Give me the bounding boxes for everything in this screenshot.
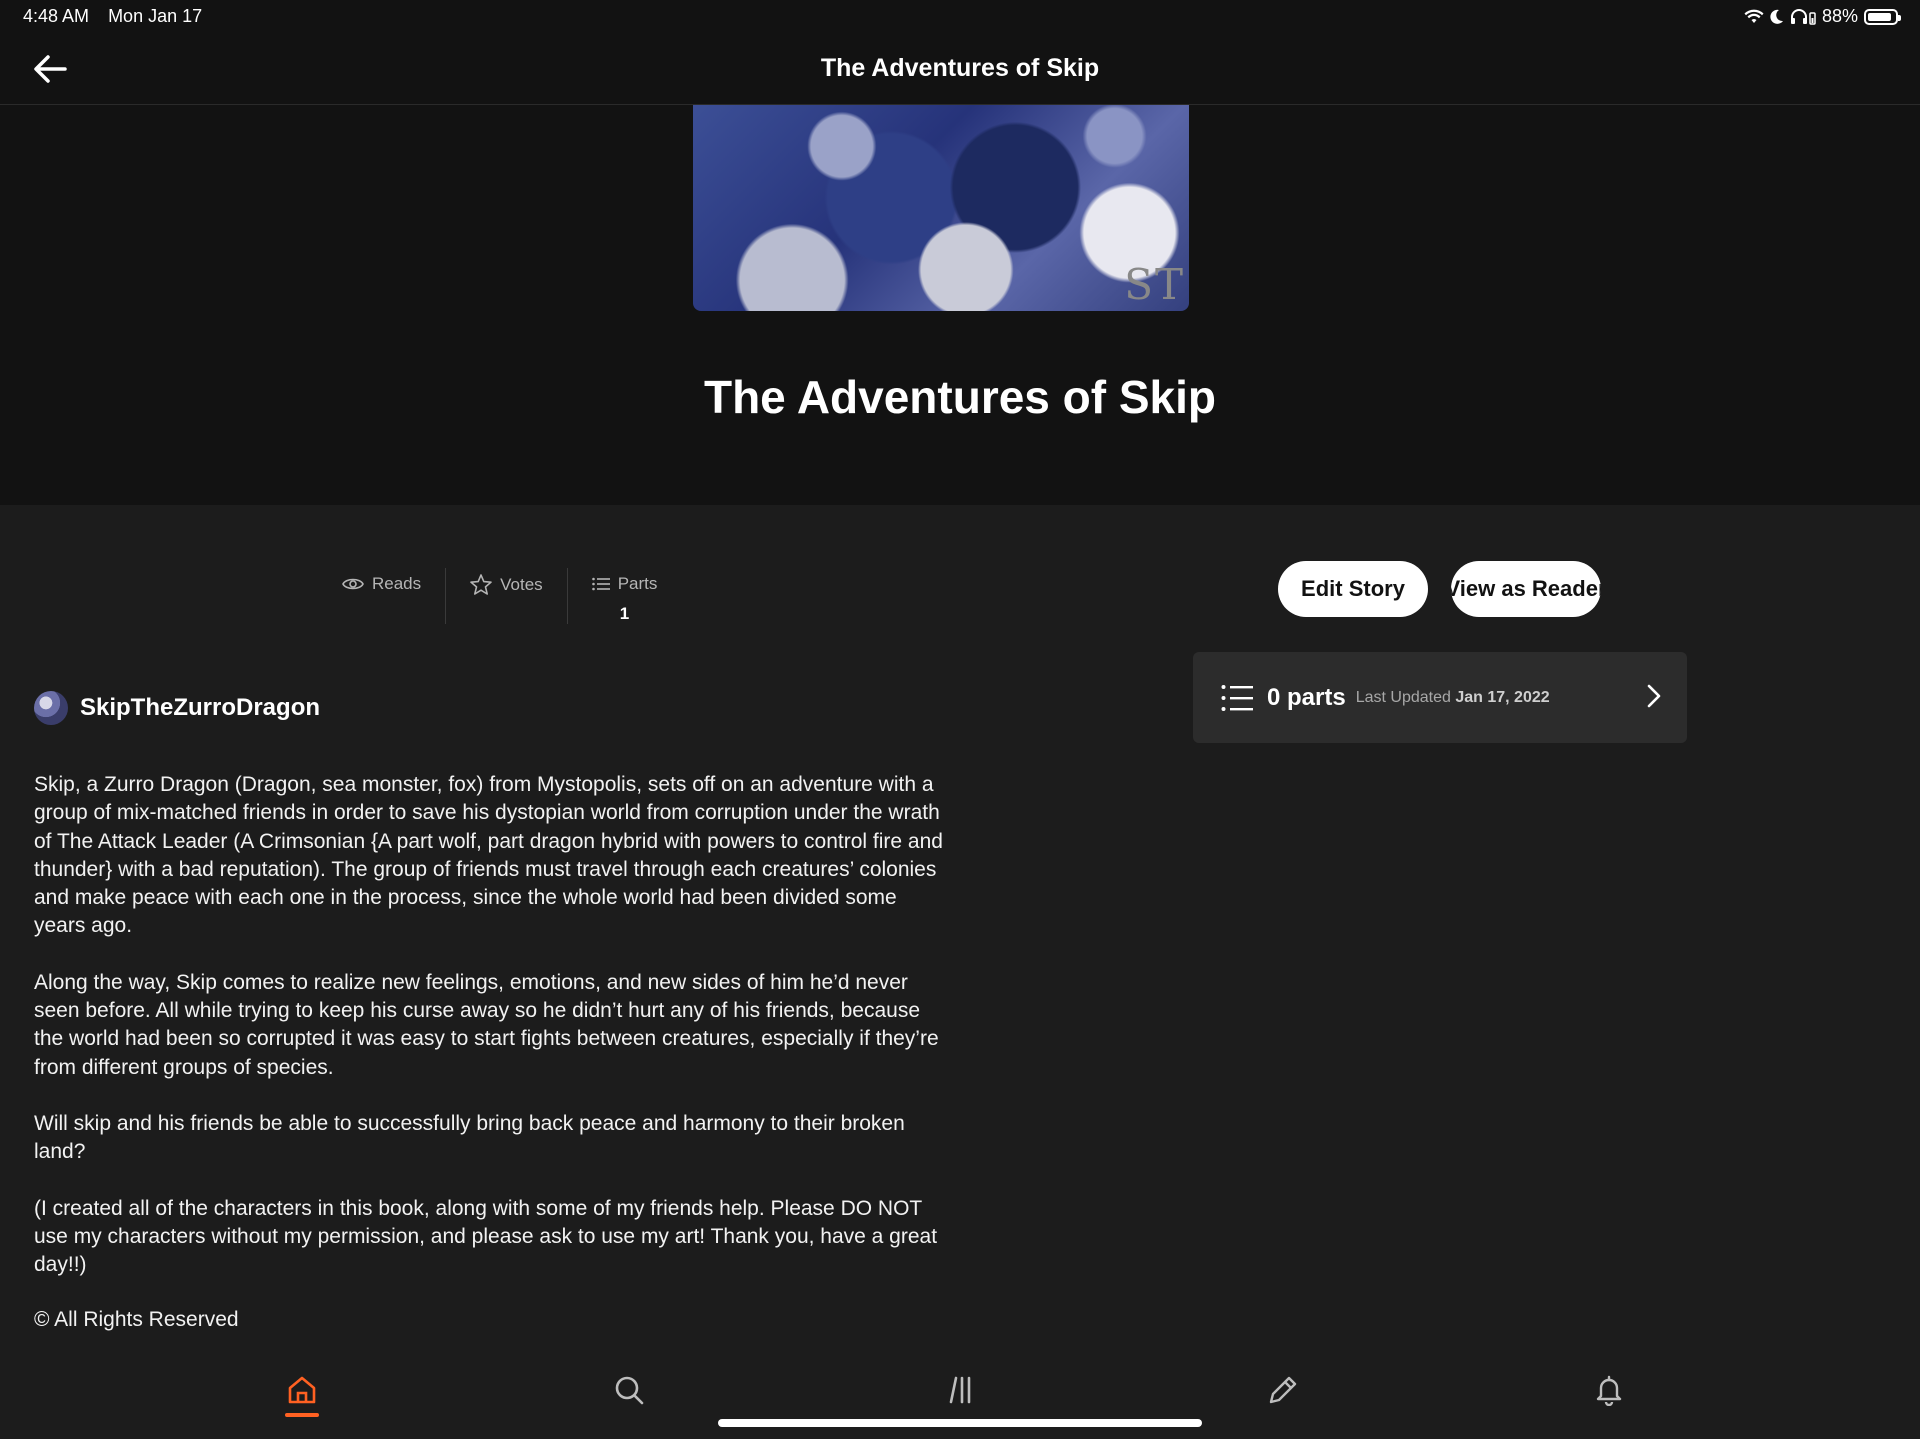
- home-icon: [288, 1376, 316, 1404]
- description-paragraph: (I created all of the characters in this…: [34, 1196, 938, 1277]
- cover-text: ST: [1124, 260, 1185, 309]
- tab-search[interactable]: [599, 1365, 659, 1415]
- home-indicator[interactable]: [718, 1419, 1202, 1427]
- status-indicators: 88%: [1744, 6, 1901, 27]
- stat-reads: Reads: [318, 568, 445, 624]
- tab-library[interactable]: [929, 1365, 989, 1415]
- eye-icon: [342, 578, 364, 590]
- list-icon: [591, 577, 610, 591]
- stat-parts-label: Parts: [617, 574, 658, 593]
- moon-icon: [1770, 9, 1783, 24]
- status-date: Mon Jan 17: [108, 6, 203, 26]
- stat-reads-label: Reads: [372, 574, 422, 593]
- description-paragraph: Will skip and his friends be able to suc…: [34, 1111, 905, 1164]
- story-header: ST The Adventures of Skip: [0, 105, 1920, 505]
- story-stats: Reads Votes Parts 1: [318, 568, 681, 624]
- status-time: 4:48 AM: [23, 6, 90, 26]
- copyright-notice: © All Rights Reserved: [34, 1308, 239, 1331]
- story-cover-image: ST: [693, 105, 1189, 311]
- tab-write[interactable]: [1253, 1365, 1313, 1415]
- star-icon: [470, 574, 492, 595]
- story-title: The Adventures of Skip: [703, 371, 1217, 423]
- headphones-icon: [1790, 8, 1816, 25]
- stat-parts-value: 1: [619, 604, 630, 623]
- stat-parts: Parts 1: [566, 568, 682, 624]
- edit-story-button[interactable]: Edit Story: [1278, 561, 1428, 617]
- tab-home[interactable]: [272, 1365, 332, 1415]
- tab-notifications[interactable]: [1579, 1365, 1639, 1415]
- stat-votes-label: Votes: [500, 574, 543, 594]
- wifi-icon: [1744, 9, 1764, 23]
- stat-votes: Votes: [445, 568, 567, 624]
- avatar: [34, 691, 68, 725]
- battery-percent: 88%: [1821, 6, 1858, 26]
- table-of-contents-card[interactable]: 0 parts Last Updated Jan 17, 2022: [1193, 652, 1687, 743]
- author-link[interactable]: SkipTheZurroDragon: [34, 691, 320, 725]
- list-icon: [1221, 684, 1253, 711]
- description-paragraph: Skip, a Zurro Dragon (Dragon, sea monste…: [34, 773, 943, 938]
- bell-icon: [1596, 1375, 1622, 1406]
- library-icon: [949, 1376, 971, 1404]
- top-nav: The Adventures of Skip: [0, 34, 1920, 105]
- author-name: SkipTheZurroDragon: [80, 694, 321, 721]
- last-updated-date: Jan 17, 2022: [1455, 688, 1550, 706]
- view-as-reader-button[interactable]: View as Reader: [1451, 561, 1601, 617]
- status-bar: 4:48 AM Mon Jan 17 88%: [0, 0, 1920, 34]
- description-paragraph: Along the way, Skip comes to realize new…: [34, 970, 939, 1079]
- last-updated: Last Updated Jan 17, 2022: [1356, 689, 1550, 707]
- last-updated-label: Last Updated: [1355, 688, 1451, 706]
- nav-title: The Adventures of Skip: [820, 54, 1100, 82]
- active-tab-indicator: [285, 1413, 319, 1417]
- chevron-right-icon: [1647, 684, 1661, 708]
- pencil-icon: [1269, 1376, 1297, 1404]
- story-description: Skip, a Zurro Dragon (Dragon, sea monste…: [34, 771, 944, 1307]
- search-icon: [615, 1376, 644, 1405]
- battery-icon: [1864, 8, 1901, 25]
- status-time-date: 4:48 AM Mon Jan 17: [23, 6, 202, 27]
- parts-count: 0 parts: [1267, 683, 1346, 711]
